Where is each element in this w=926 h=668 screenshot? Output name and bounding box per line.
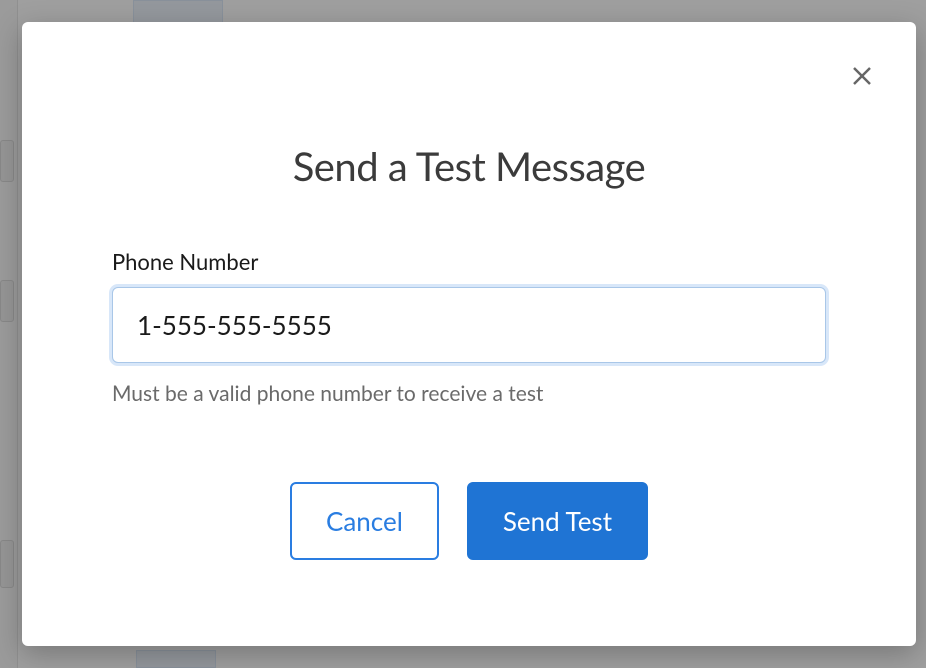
close-button[interactable] [846, 60, 878, 92]
send-test-modal: Send a Test Message Phone Number Must be… [22, 22, 916, 646]
send-test-button[interactable]: Send Test [467, 482, 648, 560]
button-row: Cancel Send Test [62, 482, 876, 560]
phone-input[interactable] [112, 287, 826, 363]
phone-help-text: Must be a valid phone number to receive … [112, 381, 826, 406]
modal-title: Send a Test Message [62, 142, 876, 190]
form-area: Phone Number Must be a valid phone numbe… [62, 248, 876, 406]
cancel-button[interactable]: Cancel [290, 482, 439, 560]
close-icon [850, 64, 874, 88]
phone-label: Phone Number [112, 248, 826, 275]
